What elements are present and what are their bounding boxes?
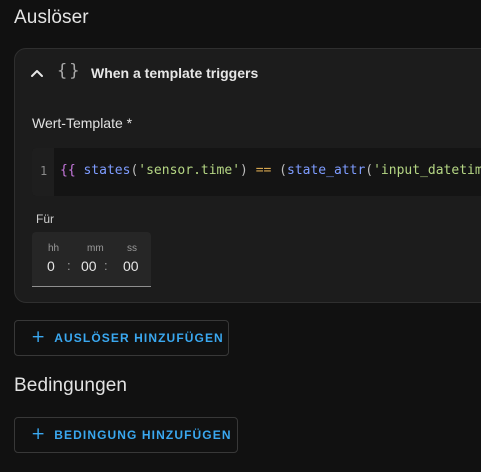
value-template-label: Wert-Template * <box>32 115 133 131</box>
minutes-unit-label: mm <box>87 243 104 254</box>
code-token: {{ <box>60 163 76 178</box>
duration-input[interactable]: hh mm ss 0 : 00 : 00 <box>32 232 151 287</box>
triggers-heading: Auslöser <box>14 7 89 28</box>
code-token: state_attr <box>287 163 366 178</box>
conditions-heading: Bedingungen <box>14 375 128 396</box>
template-braces-icon: {} <box>57 61 82 81</box>
duration-separator: : <box>104 258 108 273</box>
template-code-editor[interactable]: 1 {{ states ( 'sensor.time') == (state_att… <box>32 148 481 196</box>
code-line[interactable]: {{ states('sensor.time') == (state_attr(… <box>60 163 481 178</box>
line-number: 1 <box>40 164 48 178</box>
code-token: ( <box>271 163 287 178</box>
for-label: Für <box>36 212 54 226</box>
seconds-unit-label: ss <box>127 243 137 254</box>
trigger-card: {} When a template triggers Wert-Templat… <box>14 48 481 303</box>
duration-separator: : <box>67 258 71 273</box>
plus-icon: + <box>31 327 46 347</box>
hours-unit-label: hh <box>48 243 60 254</box>
code-token: == <box>255 163 272 178</box>
add-trigger-button[interactable]: + AUSLÖSER HINZUFÜGEN <box>14 320 229 356</box>
code-token: ( <box>365 163 374 178</box>
automation-editor: Auslöser {} When a template triggers Wer… <box>0 0 481 472</box>
plus-icon: + <box>31 424 46 444</box>
minutes-field[interactable]: 00 <box>81 258 97 274</box>
code-token: 'sensor.time' <box>138 163 241 178</box>
code-token: 'input_datetime <box>373 163 481 178</box>
editor-gutter: 1 <box>32 148 54 196</box>
add-condition-button[interactable]: + BEDINGUNG HINZUFÜGEN <box>14 417 238 453</box>
code-token: states <box>83 163 131 178</box>
trigger-card-header[interactable]: {} When a template triggers <box>15 49 481 97</box>
seconds-field[interactable]: 00 <box>123 258 139 274</box>
chevron-up-icon[interactable] <box>29 65 45 81</box>
add-trigger-label: AUSLÖSER HINZUFÜGEN <box>54 331 224 345</box>
hours-field[interactable]: 0 <box>47 258 55 274</box>
code-token: ) <box>240 163 256 178</box>
add-condition-label: BEDINGUNG HINZUFÜGEN <box>54 428 232 442</box>
trigger-type-title: When a template triggers <box>91 65 259 81</box>
